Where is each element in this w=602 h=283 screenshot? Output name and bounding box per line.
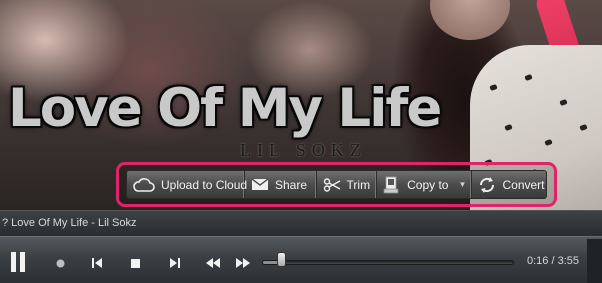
stop-icon <box>130 258 140 268</box>
now-playing-bar: ? Love Of My Life - Lil Sokz <box>0 210 602 236</box>
rewind-icon <box>206 258 220 268</box>
previous-track-button[interactable] <box>90 256 104 270</box>
trim-label: Trim <box>346 177 371 192</box>
seek-bar[interactable] <box>262 260 514 265</box>
now-playing-title: ? Love Of My Life - Lil Sokz <box>2 217 137 229</box>
record-icon <box>56 259 65 268</box>
envelope-icon <box>251 178 269 191</box>
pause-icon <box>10 252 26 272</box>
chevron-down-icon[interactable]: ▼ <box>458 180 466 189</box>
upload-to-cloud-button[interactable]: Upload to Cloud <box>127 171 248 198</box>
convert-button[interactable]: Convert <box>472 171 546 198</box>
copy-to-label: Copy to <box>407 177 449 192</box>
share-label: Share <box>275 177 308 192</box>
stop-button[interactable] <box>129 257 141 269</box>
convert-arrows-icon <box>478 176 496 194</box>
cloud-icon <box>133 177 155 193</box>
previous-track-icon <box>91 257 103 269</box>
record-button[interactable] <box>54 257 66 269</box>
trim-button[interactable]: Trim <box>317 171 378 198</box>
copy-device-icon <box>383 176 401 194</box>
artwork-song-title: Love Of My Life <box>8 78 442 139</box>
next-track-button[interactable] <box>168 256 182 270</box>
copy-to-button[interactable]: Copy to ▼ <box>377 171 473 198</box>
resize-grip <box>587 239 602 283</box>
playback-controls: 0:16 / 3:55 <box>0 236 602 283</box>
pause-button[interactable] <box>8 251 28 273</box>
convert-label: Convert <box>502 177 545 192</box>
seek-bar-handle[interactable] <box>277 252 287 267</box>
scissors-icon <box>323 177 341 192</box>
rewind-button[interactable] <box>205 257 221 269</box>
time-display: 0:16 / 3:55 <box>527 255 579 267</box>
artwork-artist-name: LIL SOKZ <box>240 140 367 160</box>
share-button[interactable]: Share <box>245 171 317 198</box>
action-toolbar: Upload to Cloud Share Trim Copy to ▼ Con… <box>126 170 547 199</box>
next-track-icon <box>169 257 181 269</box>
fast-forward-icon <box>236 258 250 268</box>
fast-forward-button[interactable] <box>235 257 251 269</box>
action-toolbar-highlight: Upload to Cloud Share Trim Copy to ▼ Con… <box>116 162 557 207</box>
upload-to-cloud-label: Upload to Cloud <box>161 177 248 192</box>
